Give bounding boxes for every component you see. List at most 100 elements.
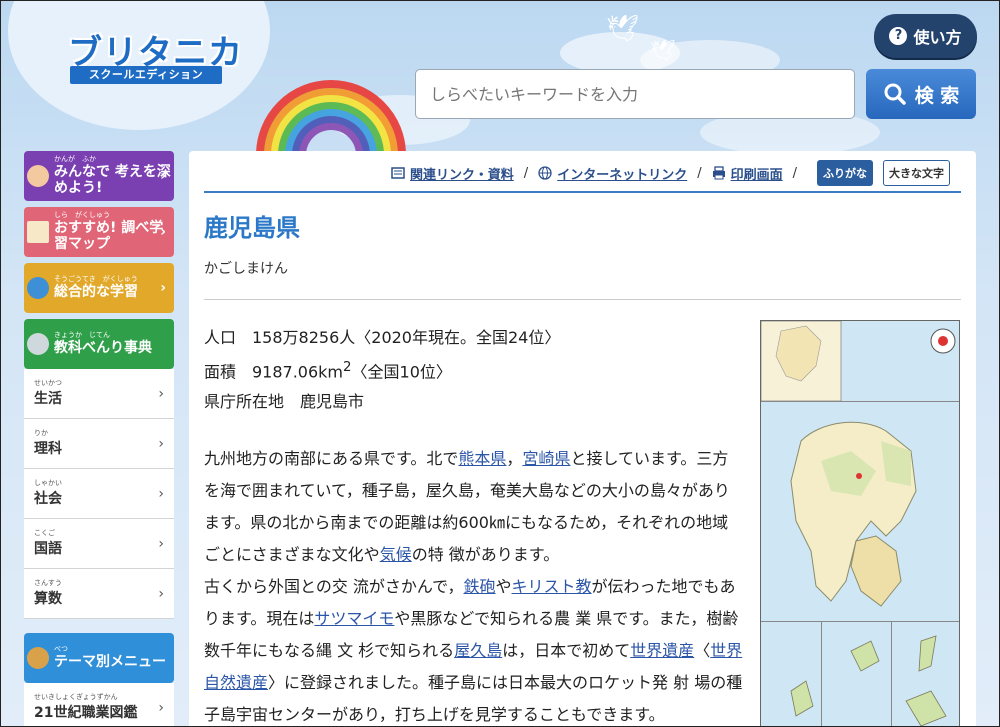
ruby: さんすう bbox=[34, 578, 62, 587]
help-label: 使い方 bbox=[913, 28, 962, 47]
print-view-label: 印刷画面 bbox=[730, 167, 783, 183]
sidebar-item-life[interactable]: せいかつ生活 › bbox=[24, 369, 174, 419]
search-input[interactable] bbox=[415, 69, 855, 119]
sidebar-card-label: おすすめ! 調べ学習マップ bbox=[54, 219, 164, 252]
sidebar-item-japanese[interactable]: こくご 国語 › bbox=[24, 519, 174, 569]
paragraph-text: は，日本で初めて bbox=[502, 641, 631, 661]
subject-list: せいかつ生活 › りか理科 › しゃかい社会 › こくご国語 › さんすう算数 … bbox=[24, 369, 174, 619]
divider bbox=[204, 299, 961, 300]
document-icon bbox=[391, 167, 405, 179]
theme-list: せいきしょくぎょうずかん 21世紀職業図鑑 › bbox=[24, 683, 174, 727]
area-stat: 面積 9187.06km2〈全国10位〉 bbox=[204, 353, 744, 387]
link-christianity[interactable]: キリスト教 bbox=[512, 577, 592, 596]
map-icon bbox=[27, 221, 49, 243]
sidebar: かんが ふか みんなで 考えを深めよう! › しら がくしゅう おすすめ! 調べ… bbox=[24, 151, 174, 727]
chevron-right-icon: › bbox=[158, 585, 164, 602]
article-paragraph: 九州地方の南部にある県です。北で熊本県，宮崎県と接しています。三方を海で囲まれて… bbox=[204, 443, 744, 571]
area-unit-superscript: 2 bbox=[343, 360, 352, 375]
sidebar-card-label: テーマ別メニュー bbox=[54, 653, 166, 670]
paragraph-text: の特 徴があります。 bbox=[411, 545, 560, 565]
internet-links-link[interactable]: インターネットリンク bbox=[538, 164, 687, 183]
prefecture-map[interactable] bbox=[760, 320, 960, 727]
sidebar-card-theme-menu[interactable]: べつ テーマ別メニュー bbox=[24, 633, 174, 683]
article-panel: 関連リンク・資料 / インターネットリンク / 印刷画面 / ふりがな 大きな文… bbox=[189, 151, 976, 727]
link-climate[interactable]: 気候 bbox=[380, 545, 412, 564]
link-yakushima[interactable]: 屋久島 bbox=[454, 641, 502, 660]
chevron-right-icon: › bbox=[160, 279, 166, 296]
sidebar-card-integrated-study[interactable]: そうごうてき がくしゅう 総合的な学習 › bbox=[24, 263, 174, 313]
ruby: こくご bbox=[34, 528, 55, 537]
link-sweet-potato[interactable]: サツマイモ bbox=[314, 609, 394, 628]
microscope-icon bbox=[27, 333, 49, 355]
chevron-right-icon: › bbox=[158, 435, 164, 452]
logo-subtitle: スクールエディション bbox=[70, 66, 222, 84]
paragraph-text: ， bbox=[506, 449, 523, 469]
print-icon bbox=[712, 166, 725, 180]
sidebar-item-label: 国語 bbox=[34, 540, 62, 557]
area-rank: 〈全国10位〉 bbox=[351, 362, 452, 382]
furigana-button[interactable]: ふりがな bbox=[817, 160, 873, 186]
large-text-button[interactable]: 大きな文字 bbox=[883, 160, 950, 186]
sidebar-item-social-studies[interactable]: しゃかい社会 › bbox=[24, 469, 174, 519]
sidebar-item-career-encyclopedia[interactable]: せいきしょくぎょうずかん 21世紀職業図鑑 › bbox=[24, 683, 174, 727]
ruby: きょうか じてん bbox=[54, 330, 110, 339]
globe-icon bbox=[538, 166, 552, 180]
ruby: べつ bbox=[54, 644, 68, 653]
sidebar-card-label: みんなで 考えを深めよう! bbox=[54, 163, 171, 196]
globe-icon bbox=[27, 277, 49, 299]
sidebar-item-math[interactable]: さんすう算数 › bbox=[24, 569, 174, 619]
capital-stat: 県庁所在地 鹿児島市 bbox=[204, 392, 365, 412]
map-illustration bbox=[761, 321, 959, 727]
paragraph-text: 〉に登録されました。種子島には日本最大のロケット発 射 場の種子島宇宙センターが… bbox=[204, 673, 743, 725]
toolbar-separator: / bbox=[697, 165, 702, 181]
link-world-heritage[interactable]: 世界遺産 bbox=[630, 641, 694, 660]
paragraph-text: 九州地方の南部にある県です。北で bbox=[204, 449, 459, 469]
chevron-right-icon: › bbox=[158, 385, 164, 402]
search-button[interactable]: 検 索 bbox=[866, 69, 976, 119]
article-title: 鹿児島県 bbox=[204, 214, 300, 242]
link-miyazaki[interactable]: 宮崎県 bbox=[522, 449, 570, 468]
ruby: そうごうてき がくしゅう bbox=[54, 274, 138, 283]
sidebar-item-science[interactable]: りか理科 › bbox=[24, 419, 174, 469]
sidebar-item-label: 理科 bbox=[34, 440, 62, 457]
article-reading: かごしまけん bbox=[204, 261, 288, 277]
question-icon: ? bbox=[889, 27, 908, 45]
chevron-right-icon: › bbox=[160, 167, 166, 184]
article-toolbar: 関連リンク・資料 / インターネットリンク / 印刷画面 / ふりがな 大きな文… bbox=[391, 159, 950, 187]
sidebar-card-label: 教科べんり事典 bbox=[54, 339, 152, 356]
link-kumamoto[interactable]: 熊本県 bbox=[458, 449, 506, 468]
toolbar-separator: / bbox=[792, 165, 797, 181]
internet-links-label: インターネットリンク bbox=[557, 167, 688, 183]
area-value: 面積 9187.06km bbox=[204, 362, 344, 382]
paragraph-text: や bbox=[495, 577, 512, 597]
sidebar-item-label: 社会 bbox=[34, 490, 62, 507]
related-links-link[interactable]: 関連リンク・資料 bbox=[391, 164, 514, 183]
help-button[interactable]: ? 使い方 bbox=[874, 14, 977, 58]
chevron-right-icon: › bbox=[158, 699, 164, 716]
children-icon bbox=[27, 165, 49, 187]
sidebar-card-subject-dictionary[interactable]: きょうか じてん 教科べんり事典 bbox=[24, 319, 174, 369]
link-matchlock[interactable]: 鉄砲 bbox=[464, 577, 496, 596]
chevron-right-icon: › bbox=[160, 223, 166, 240]
sidebar-card-discuss[interactable]: かんが ふか みんなで 考えを深めよう! › bbox=[24, 151, 174, 201]
chevron-right-icon: › bbox=[158, 485, 164, 502]
search-button-label: 検 索 bbox=[914, 84, 960, 107]
sidebar-item-label: 21世紀職業図鑑 bbox=[34, 704, 138, 721]
sidebar-card-research-map[interactable]: しら がくしゅう おすすめ! 調べ学習マップ › bbox=[24, 207, 174, 257]
ruby: せいきしょくぎょうずかん bbox=[34, 692, 118, 701]
toolbar-separator: / bbox=[523, 165, 529, 181]
ruby: りか bbox=[34, 428, 48, 437]
search-icon bbox=[884, 83, 906, 105]
sidebar-item-label: 生活 bbox=[34, 390, 62, 407]
ruby: しゃかい bbox=[34, 478, 62, 487]
ruby: しら がくしゅう bbox=[54, 210, 110, 219]
article-paragraph: 古くから外国との交 流がさかんで，鉄砲やキリスト教が伝わった地でもあります。現在… bbox=[204, 571, 744, 727]
bird-icon: 🕊 bbox=[606, 14, 640, 44]
ruby: かんが ふか bbox=[54, 154, 96, 163]
print-view-link[interactable]: 印刷画面 bbox=[712, 164, 783, 183]
paragraph-text: 古くから外国との交 流がさかんで， bbox=[204, 577, 464, 597]
sidebar-item-label: 算数 bbox=[34, 590, 62, 607]
article-body: 人口 158万8256人〈2020年現在。全国24位〉 面積 9187.06km… bbox=[204, 323, 744, 727]
population-stat: 人口 158万8256人〈2020年現在。全国24位〉 bbox=[204, 328, 561, 347]
ruby: せいかつ bbox=[34, 378, 62, 387]
